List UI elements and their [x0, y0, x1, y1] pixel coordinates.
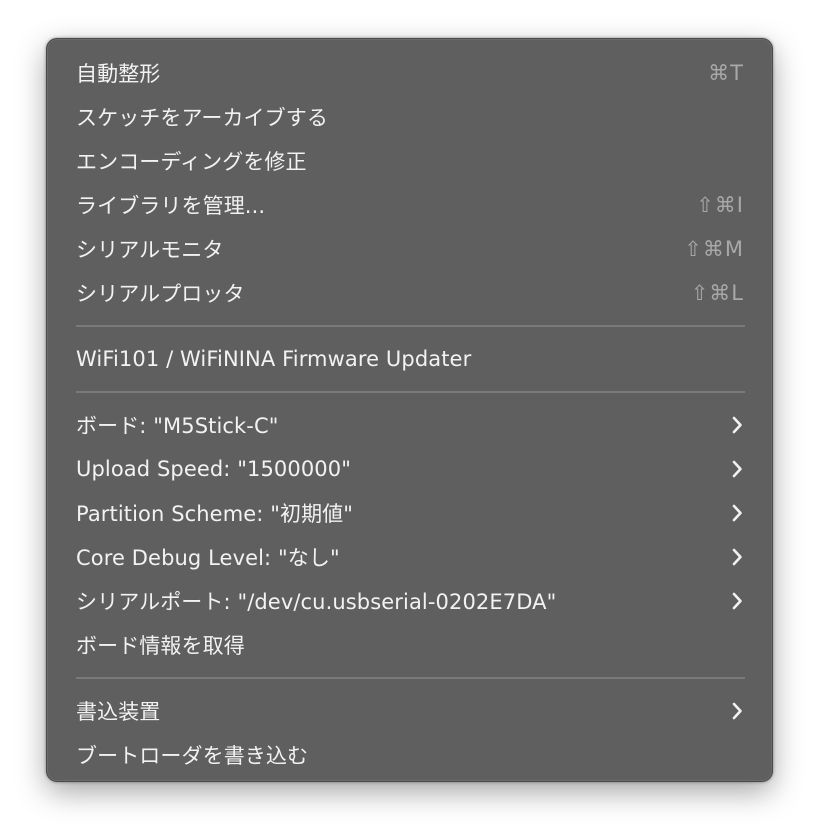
- menu-item-label: ボード情報を取得: [76, 634, 245, 658]
- menu-item-serial-port[interactable]: シリアルポート: "/dev/cu.usbserial-0202E7DA": [47, 579, 772, 623]
- menu-item-label: シリアルポート: "/dev/cu.usbserial-0202E7DA": [76, 590, 557, 614]
- menu-item-board-info[interactable]: ボード情報を取得: [47, 623, 772, 667]
- menu-item-serial-monitor[interactable]: シリアルモニタ ⇧⌘M: [47, 227, 772, 271]
- menu-item-board[interactable]: ボード: "M5Stick-C": [47, 403, 772, 447]
- chevron-right-icon: [730, 415, 744, 435]
- menu-item-label: ブートローダを書き込む: [76, 744, 309, 768]
- shortcut-label: ⇧⌘L: [690, 281, 744, 305]
- chevron-right-icon: [730, 503, 744, 523]
- menu-item-manage-libraries[interactable]: ライブラリを管理... ⇧⌘I: [47, 183, 772, 227]
- shortcut-label: ⇧⌘M: [684, 237, 744, 261]
- menu-item-label: シリアルプロッタ: [76, 282, 245, 306]
- menu-item-label: Core Debug Level: "なし": [76, 546, 340, 570]
- menu-item-fix-encoding[interactable]: エンコーディングを修正: [47, 139, 772, 183]
- chevron-right-icon: [730, 547, 744, 567]
- menu-item-label: ボード: "M5Stick-C": [76, 414, 279, 438]
- menu-item-label: スケッチをアーカイブする: [76, 106, 328, 130]
- shortcut-label: ⌘T: [708, 61, 744, 85]
- shortcut-label: ⇧⌘I: [696, 193, 744, 217]
- menu-item-label: 自動整形: [76, 62, 161, 86]
- menu-item-label: エンコーディングを修正: [76, 150, 307, 174]
- menu-item-partition-scheme[interactable]: Partition Scheme: "初期値": [47, 491, 772, 535]
- menu-item-label: Upload Speed: "1500000": [76, 457, 351, 481]
- menu-item-label: シリアルモニタ: [76, 238, 224, 262]
- menu-item-firmware-updater[interactable]: WiFi101 / WiFiNINA Firmware Updater: [47, 337, 772, 381]
- menu-item-archive-sketch[interactable]: スケッチをアーカイブする: [47, 95, 772, 139]
- chevron-right-icon: [730, 459, 744, 479]
- chevron-right-icon: [730, 591, 744, 611]
- menu-item-auto-format[interactable]: 自動整形 ⌘T: [47, 51, 772, 95]
- menu-item-upload-speed[interactable]: Upload Speed: "1500000": [47, 447, 772, 491]
- menu-separator: [47, 315, 772, 337]
- menu-item-label: 書込装置: [76, 700, 161, 724]
- menu-item-label: WiFi101 / WiFiNINA Firmware Updater: [76, 347, 472, 371]
- menu-item-burn-bootloader[interactable]: ブートローダを書き込む: [47, 733, 772, 777]
- menu-item-programmer[interactable]: 書込装置: [47, 689, 772, 733]
- menu-item-core-debug-level[interactable]: Core Debug Level: "なし": [47, 535, 772, 579]
- menu-item-label: Partition Scheme: "初期値": [76, 502, 354, 526]
- menu-separator: [47, 667, 772, 689]
- chevron-right-icon: [730, 701, 744, 721]
- menu-separator: [47, 381, 772, 403]
- menu-item-label: ライブラリを管理...: [76, 194, 266, 218]
- menu-item-serial-plotter[interactable]: シリアルプロッタ ⇧⌘L: [47, 271, 772, 315]
- tools-menu: 自動整形 ⌘T スケッチをアーカイブする エンコーディングを修正 ライブラリを管…: [46, 38, 773, 782]
